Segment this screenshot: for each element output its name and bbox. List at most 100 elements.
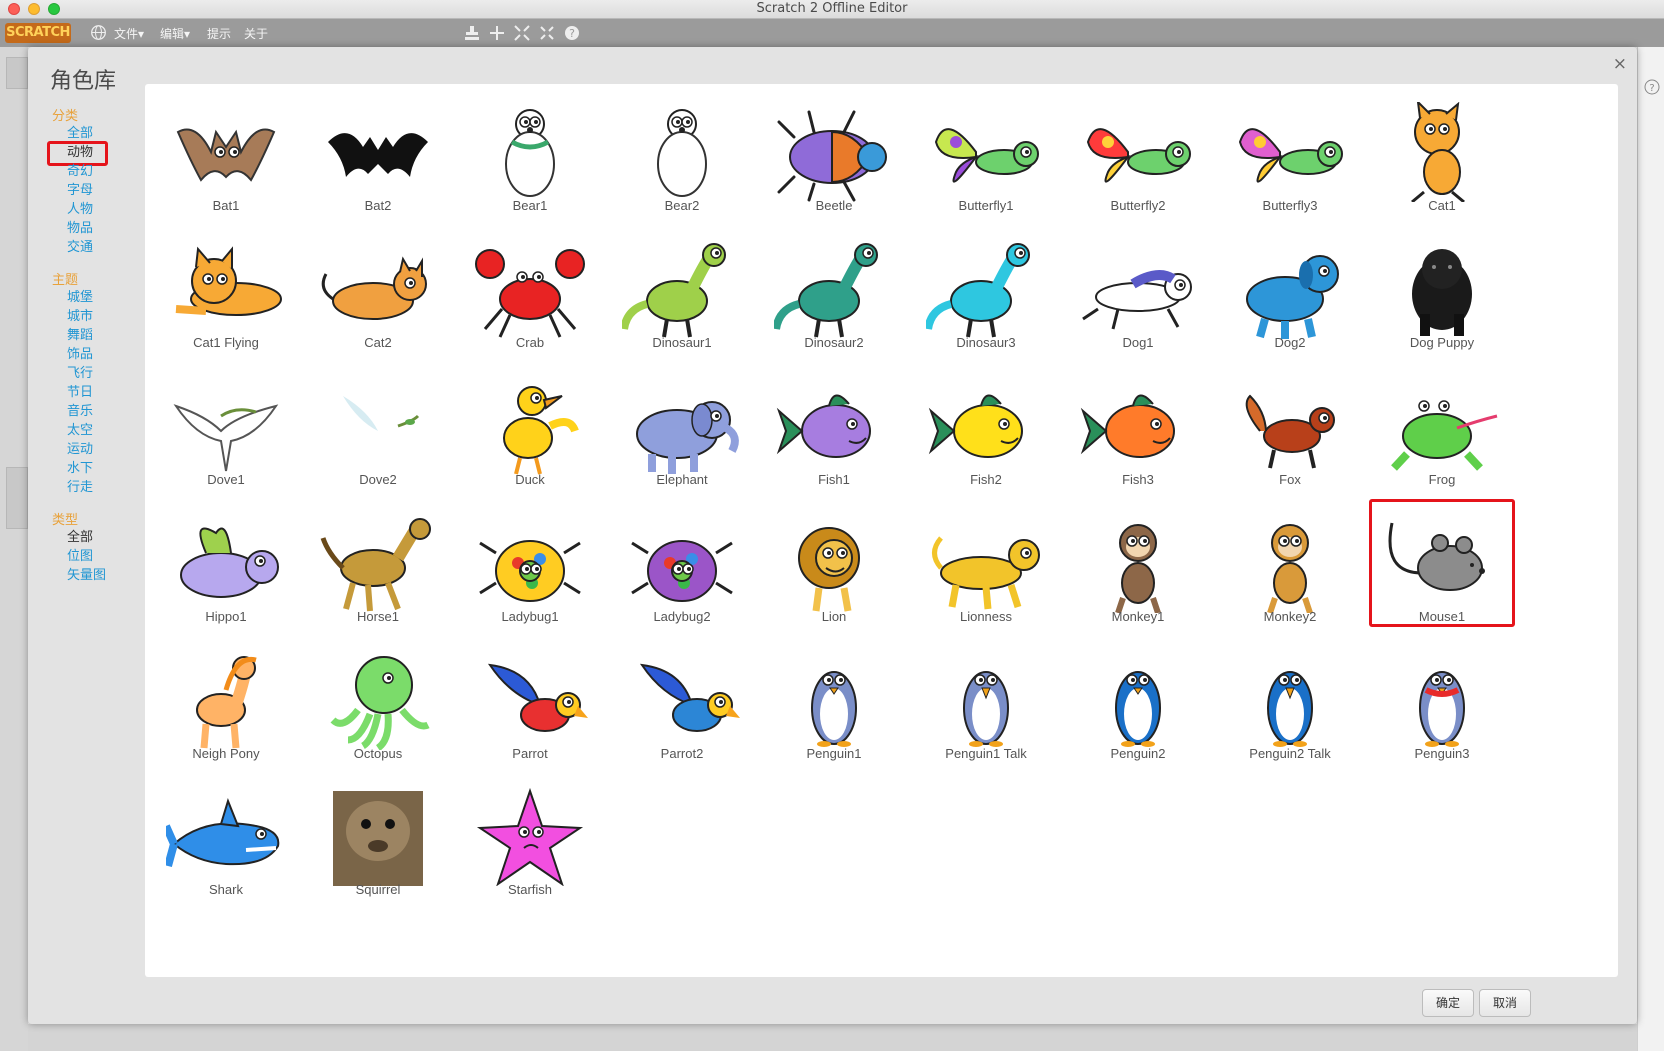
window-close-button[interactable] — [8, 3, 20, 15]
sprite-tile[interactable]: Lionness — [906, 503, 1066, 645]
category-heading: 类型 — [52, 513, 79, 528]
sprite-tile[interactable]: Shark — [146, 776, 306, 918]
category-item[interactable]: 飞行 — [67, 366, 93, 382]
sprite-thumbnail-icon — [175, 246, 282, 316]
shrink-icon[interactable] — [539, 25, 555, 41]
category-item[interactable]: 舞蹈 — [67, 328, 93, 344]
sprite-tile[interactable]: Ladybug2 — [602, 503, 762, 645]
sprite-label: Bear2 — [664, 198, 700, 213]
sprite-tile[interactable]: Dove1 — [146, 366, 306, 508]
sprite-tile[interactable]: Horse1 — [298, 503, 458, 645]
sprite-tile[interactable]: Beetle — [754, 92, 914, 234]
sprite-tile[interactable]: Bear1 — [450, 92, 610, 234]
selected-category-highlight — [47, 141, 108, 166]
sprite-tile[interactable]: Penguin1 — [754, 640, 914, 782]
sprite-tile[interactable]: Frog — [1362, 366, 1522, 508]
sprite-thumbnail-icon — [774, 243, 878, 338]
sprite-tile[interactable]: Monkey1 — [1058, 503, 1218, 645]
sprite-pane-thumb — [6, 467, 28, 529]
sprite-tile[interactable]: Dove2 — [298, 366, 458, 508]
sprite-thumbnail-icon — [343, 396, 420, 431]
sprite-grid: Bat1 Bat2 Bear1 Bear2 Beetle Butterfly1 Butter… — [145, 84, 1618, 977]
sprite-tile[interactable]: Dog2 — [1210, 229, 1370, 371]
sprite-tile[interactable]: Fish2 — [906, 366, 1066, 508]
sprite-tile[interactable]: Penguin3 — [1362, 640, 1522, 782]
sprite-tile[interactable]: Dog1 — [1058, 229, 1218, 371]
sprite-thumbnail-icon — [1238, 128, 1343, 183]
sprite-tile[interactable]: Fox — [1210, 366, 1370, 508]
category-item[interactable]: 水下 — [67, 461, 93, 477]
sprite-tile[interactable]: Parrot — [450, 640, 610, 782]
category-item[interactable]: 城堡 — [67, 290, 93, 306]
sprite-tile[interactable]: Lion — [754, 503, 914, 645]
category-item[interactable]: 城市 — [67, 309, 93, 325]
category-item[interactable]: 物品 — [67, 221, 93, 237]
sprite-tile[interactable]: Penguin1 Talk — [906, 640, 1066, 782]
sprite-tile[interactable]: Butterfly2 — [1058, 92, 1218, 234]
category-item[interactable]: 位图 — [67, 549, 93, 565]
sprite-tile[interactable]: Butterfly3 — [1210, 92, 1370, 234]
category-item[interactable]: 饰品 — [67, 347, 93, 363]
help-side-icon[interactable]: ? — [1644, 79, 1660, 95]
sprite-tile[interactable]: Bear2 — [602, 92, 762, 234]
help-icon[interactable]: ? — [564, 25, 580, 41]
category-item[interactable]: 交通 — [67, 240, 93, 256]
menu-tips[interactable]: 提示 — [207, 25, 231, 42]
sprite-tile[interactable]: Ladybug1 — [450, 503, 610, 645]
sprite-tile[interactable]: Starfish — [450, 776, 610, 918]
sprite-tile[interactable]: Monkey2 — [1210, 503, 1370, 645]
sprite-tile[interactable]: Penguin2 Talk — [1210, 640, 1370, 782]
category-item[interactable]: 行走 — [67, 480, 93, 496]
stamp-duplicate-icon[interactable] — [464, 25, 480, 41]
editor-background-right: ? — [1637, 47, 1664, 1051]
sprite-tile[interactable]: Neigh Pony — [146, 640, 306, 782]
sprite-tile[interactable]: Parrot2 — [602, 640, 762, 782]
window-maximize-button[interactable] — [48, 3, 60, 15]
category-item[interactable]: 字母 — [67, 183, 93, 199]
sprite-tile[interactable]: Fish1 — [754, 366, 914, 508]
sprite-tile[interactable]: Cat1 — [1362, 92, 1522, 234]
sprite-label: Dove1 — [207, 472, 245, 487]
sprite-tile[interactable]: Mouse1 — [1362, 503, 1522, 645]
category-item[interactable]: 矢量图 — [67, 568, 106, 584]
sprite-tile[interactable]: Fish3 — [1058, 366, 1218, 508]
sprite-label: Parrot2 — [660, 746, 704, 761]
category-item[interactable]: 人物 — [67, 202, 93, 218]
sprite-tile[interactable]: Penguin2 — [1058, 640, 1218, 782]
window-title: Scratch 2 Offline Editor — [756, 1, 908, 16]
sprite-tile[interactable]: Bat2 — [298, 92, 458, 234]
sprite-tile[interactable]: Duck — [450, 366, 610, 508]
category-item[interactable]: 节日 — [67, 385, 93, 401]
ok-button[interactable]: 确定 — [1422, 989, 1474, 1017]
sprite-tile[interactable]: Crab — [450, 229, 610, 371]
sprite-tile[interactable]: Dinosaur1 — [602, 229, 762, 371]
sprite-tile[interactable]: Butterfly1 — [906, 92, 1066, 234]
sprite-tile[interactable]: Dog Puppy — [1362, 229, 1522, 371]
close-icon[interactable]: × — [1613, 54, 1627, 74]
language-globe-icon[interactable] — [90, 24, 107, 41]
sprite-tile[interactable]: Bat1 — [146, 92, 306, 234]
window-minimize-button[interactable] — [28, 3, 40, 15]
sprite-tile[interactable]: Elephant — [602, 366, 762, 508]
category-item[interactable]: 全部 — [67, 530, 93, 546]
category-item[interactable]: 全部 — [67, 126, 93, 142]
sprite-thumbnail-icon — [1245, 394, 1335, 469]
menu-about[interactable]: 关于 — [244, 25, 268, 42]
menu-file[interactable]: 文件▾ — [114, 25, 144, 42]
category-item[interactable]: 太空 — [67, 423, 93, 439]
sprite-tile[interactable]: Cat1 Flying — [146, 229, 306, 371]
sprite-tile[interactable]: Dinosaur2 — [754, 229, 914, 371]
cut-delete-icon[interactable] — [489, 25, 505, 41]
menu-edit[interactable]: 编辑▾ — [160, 25, 190, 42]
category-item[interactable]: 音乐 — [67, 404, 93, 420]
sprite-tile[interactable]: Dinosaur3 — [906, 229, 1066, 371]
sprite-tile[interactable]: Squirrel — [298, 776, 458, 918]
category-item[interactable]: 运动 — [67, 442, 93, 458]
grow-icon[interactable] — [514, 25, 530, 41]
sprite-tile[interactable]: Octopus — [298, 640, 458, 782]
scratch-logo[interactable]: SCRATCH — [5, 23, 71, 43]
cancel-button[interactable]: 取消 — [1479, 989, 1531, 1017]
sprite-tile[interactable]: Cat2 — [298, 229, 458, 371]
sprite-tile[interactable]: Hippo1 — [146, 503, 306, 645]
category-item[interactable]: 奇幻 — [67, 164, 93, 180]
